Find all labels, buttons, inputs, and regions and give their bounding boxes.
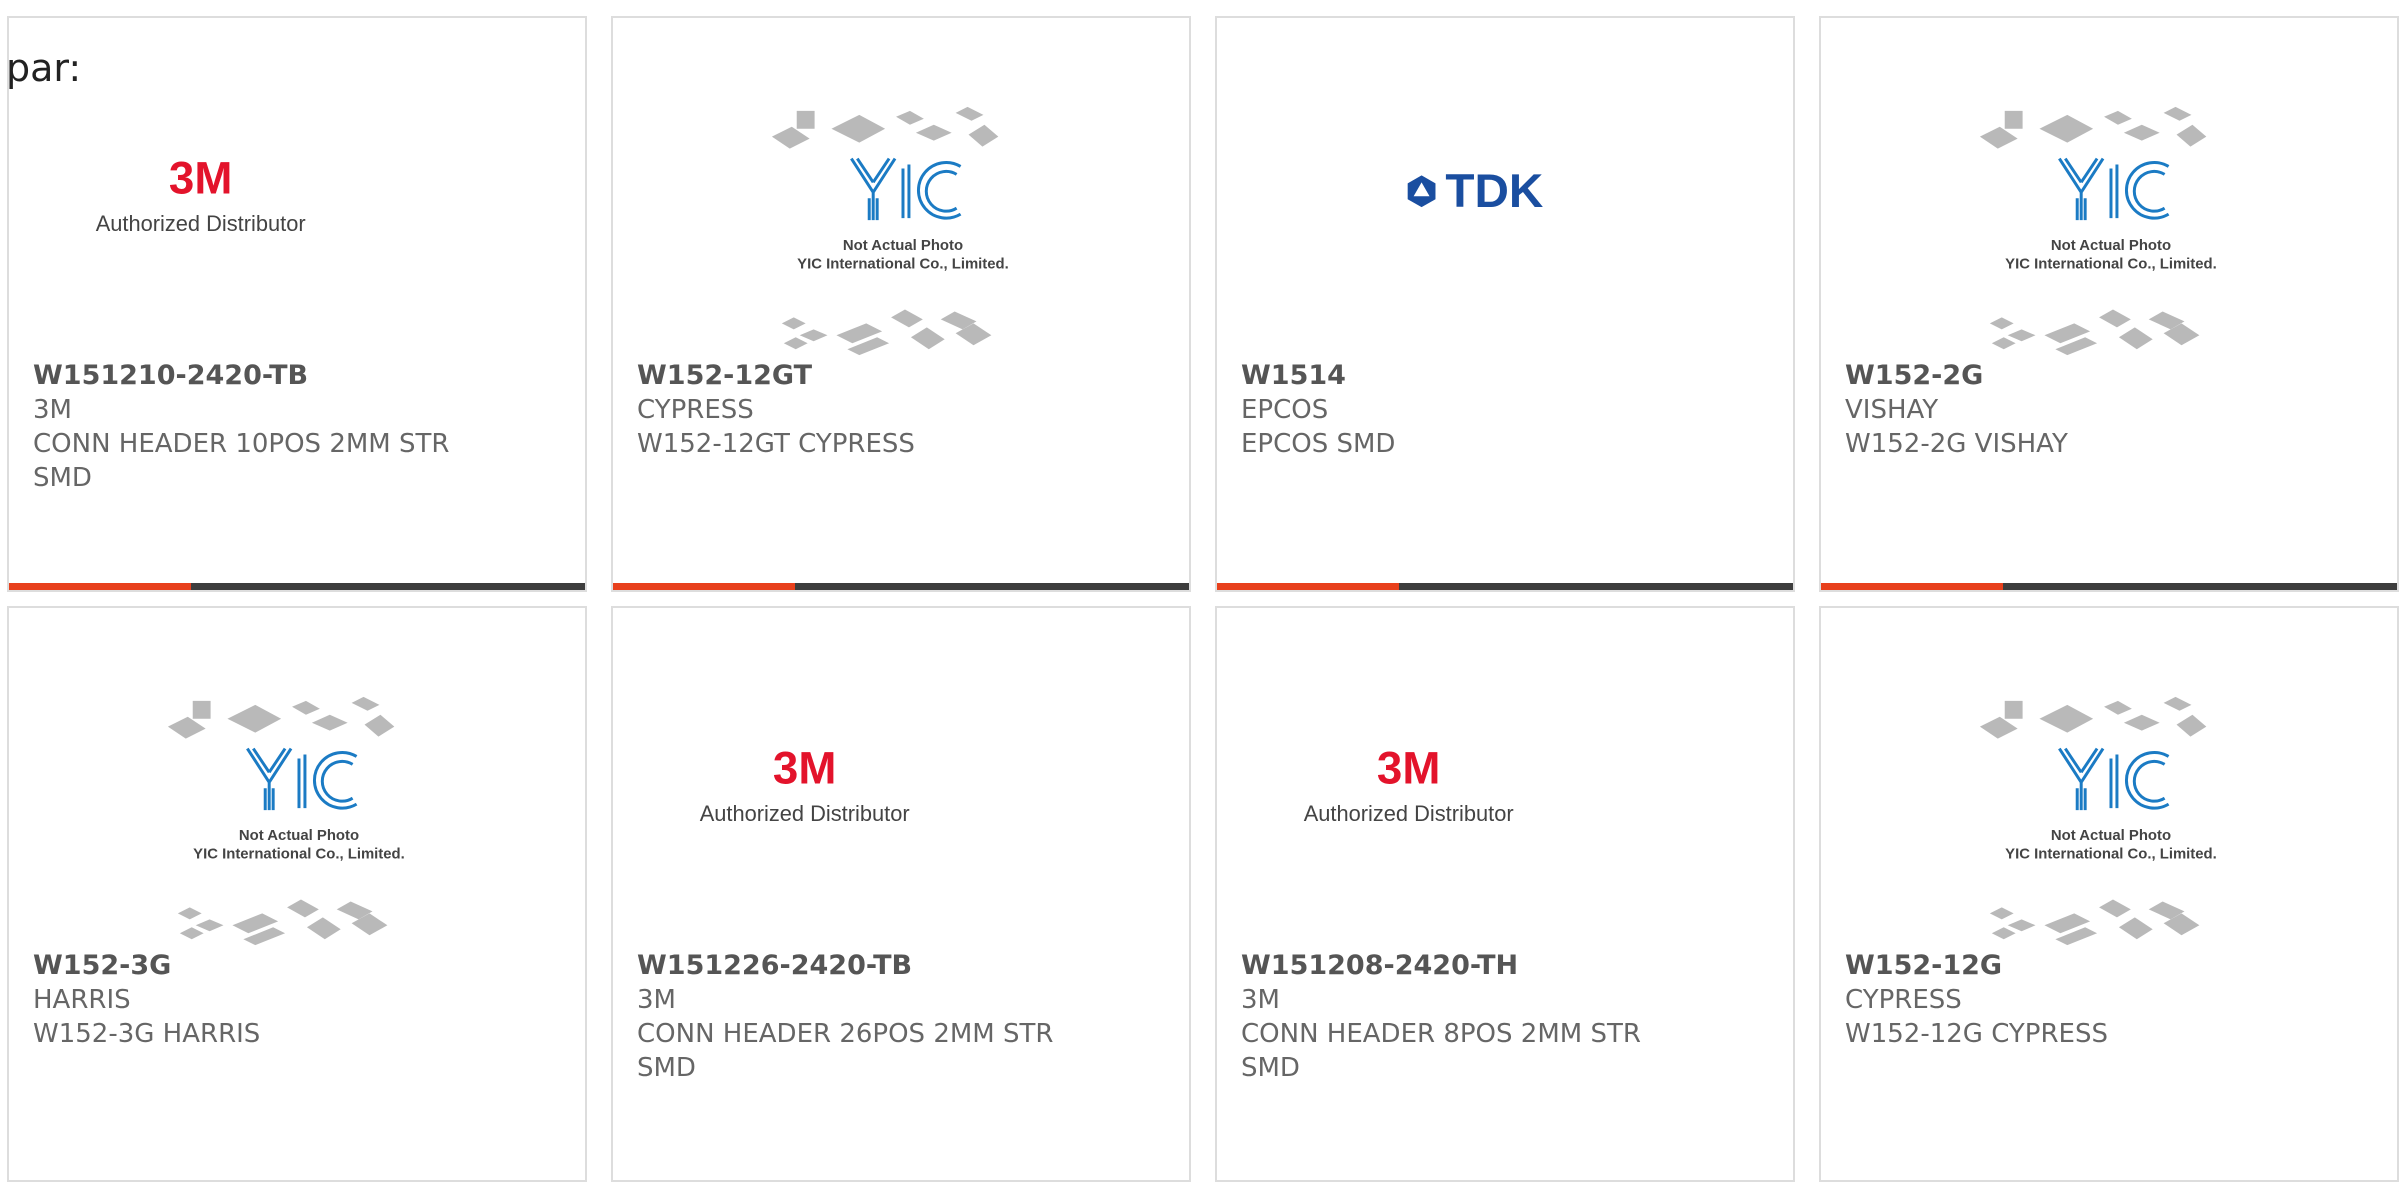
company-caption: YIC International Co., Limited. — [2005, 847, 2217, 863]
component-chips-icon — [771, 106, 999, 356]
product-image[interactable]: 3M Authorized Distributor — [613, 688, 1189, 958]
product-card[interactable]: 3M Authorized Distributor W151208-2420-TH 3… — [1215, 606, 1795, 1182]
card-bottom-bar — [9, 583, 585, 590]
brand-tdk-logo: TDK — [1445, 165, 1543, 218]
brand-caption: Authorized Distributor — [1304, 801, 1514, 826]
product-description: CONN HEADER 8POS 2MM STR SMD — [1241, 1019, 1641, 1083]
part-number[interactable]: W152-12GT — [637, 359, 1059, 393]
product-image-graphic: 3M Authorized Distributor — [96, 152, 306, 236]
product-description: W152-12G CYPRESS — [1845, 1019, 2108, 1049]
product-description: W152-3G HARRIS — [33, 1019, 261, 1049]
product-card[interactable]: Not Actual Photo YIC International Co., L… — [611, 16, 1191, 592]
product-description: CONN HEADER 26POS 2MM STR SMD — [637, 1019, 1054, 1083]
manufacturer-name: CYPRESS — [1845, 985, 1962, 1015]
product-image[interactable]: TDK — [1217, 98, 1793, 368]
product-card[interactable]: TDK W1514 EPCOS EPCOS SMD — [1215, 16, 1795, 592]
manufacturer-name: EPCOS — [1241, 395, 1329, 425]
part-number[interactable]: W1514 — [1241, 359, 1663, 393]
product-image-graphic: Not Actual Photo YIC International Co., L… — [167, 696, 405, 946]
product-info: W152-12GT CYPRESS W152-12GT CYPRESS — [637, 359, 1059, 461]
product-image[interactable]: 3M Authorized Distributor — [9, 98, 585, 368]
manufacturer-name: 3M — [33, 395, 72, 425]
not-actual-photo-caption: Not Actual Photo — [239, 828, 359, 844]
product-card[interactable]: Not Actual Photo YIC International Co., L… — [1819, 16, 2399, 592]
product-image[interactable]: Not Actual Photo YIC International Co., L… — [9, 688, 585, 958]
product-description: EPCOS SMD — [1241, 429, 1396, 459]
product-image[interactable]: 3M Authorized Distributor — [1217, 688, 1793, 958]
brand-caption: Authorized Distributor — [700, 801, 910, 826]
company-caption: YIC International Co., Limited. — [2005, 257, 2217, 273]
brand-3m-logo: 3M — [169, 152, 232, 203]
product-image-graphic: 3M Authorized Distributor — [1304, 742, 1514, 826]
product-description: CONN HEADER 10POS 2MM STR SMD — [33, 429, 450, 493]
product-description: W152-12GT CYPRESS — [637, 429, 915, 459]
manufacturer-name: CYPRESS — [637, 395, 754, 425]
product-info: W151210-2420-TB 3M CONN HEADER 10POS 2MM S… — [33, 359, 455, 495]
card-accent-stripe — [1217, 583, 1399, 590]
manufacturer-name: 3M — [637, 985, 676, 1015]
card-bottom-bar — [613, 583, 1189, 590]
card-bottom-bar — [1821, 583, 2397, 590]
brand-3m-logo: 3M — [773, 742, 836, 793]
company-caption: YIC International Co., Limited. — [193, 847, 405, 863]
brand-3m-logo: 3M — [1377, 742, 1440, 793]
manufacturer-name: 3M — [1241, 985, 1280, 1015]
yic-logo-icon — [246, 747, 358, 811]
results-prefix-label: par: — [6, 46, 82, 90]
brand-caption: Authorized Distributor — [96, 211, 306, 236]
product-info: W152-2G VISHAY W152-2G VISHAY — [1845, 359, 2267, 461]
product-info: W152-12G CYPRESS W152-12G CYPRESS — [1845, 949, 2267, 1051]
manufacturer-name: VISHAY — [1845, 395, 1939, 425]
yic-logo-icon — [2058, 157, 2170, 221]
product-card[interactable]: Not Actual Photo YIC International Co., L… — [1819, 606, 2399, 1182]
part-number[interactable]: W151226-2420-TB — [637, 949, 1059, 983]
card-accent-stripe — [1821, 583, 2003, 590]
part-number[interactable]: W152-12G — [1845, 949, 2267, 983]
company-caption: YIC International Co., Limited. — [797, 257, 1009, 273]
part-number[interactable]: W151208-2420-TH — [1241, 949, 1663, 983]
product-image-graphic: Not Actual Photo YIC International Co., L… — [771, 106, 1009, 356]
product-info: W1514 EPCOS EPCOS SMD — [1241, 359, 1663, 461]
product-info: W152-3G HARRIS W152-3G HARRIS — [33, 949, 455, 1051]
part-number[interactable]: W152-3G — [33, 949, 455, 983]
product-image-graphic: Not Actual Photo YIC International Co., L… — [1979, 106, 2217, 356]
product-image-graphic: TDK — [1407, 165, 1543, 218]
component-chips-icon — [167, 696, 395, 946]
yic-logo-icon — [850, 157, 962, 221]
product-info: W151226-2420-TB 3M CONN HEADER 26POS 2MM S… — [637, 949, 1059, 1085]
card-bottom-bar — [1217, 583, 1793, 590]
product-info: W151208-2420-TH 3M CONN HEADER 8POS 2MM ST… — [1241, 949, 1663, 1085]
part-number[interactable]: W151210-2420-TB — [33, 359, 455, 393]
manufacturer-name: HARRIS — [33, 985, 131, 1015]
component-chips-icon — [1979, 106, 2207, 356]
product-card[interactable]: Not Actual Photo YIC International Co., L… — [7, 606, 587, 1182]
tdk-logo-icon — [1407, 175, 1436, 208]
card-accent-stripe — [613, 583, 795, 590]
not-actual-photo-caption: Not Actual Photo — [2051, 238, 2171, 254]
component-chips-icon — [1979, 696, 2207, 946]
product-description: W152-2G VISHAY — [1845, 429, 2068, 459]
product-image-graphic: Not Actual Photo YIC International Co., L… — [1979, 696, 2217, 946]
yic-logo-icon — [2058, 747, 2170, 811]
product-image-graphic: 3M Authorized Distributor — [700, 742, 910, 826]
product-card[interactable]: 3M Authorized Distributor W151226-2420-TB 3… — [611, 606, 1191, 1182]
not-actual-photo-caption: Not Actual Photo — [2051, 828, 2171, 844]
product-card[interactable]: 3M Authorized Distributor W151210-2420-TB 3… — [7, 16, 587, 592]
not-actual-photo-caption: Not Actual Photo — [843, 238, 963, 254]
card-accent-stripe — [9, 583, 191, 590]
product-image[interactable]: Not Actual Photo YIC International Co., L… — [1821, 98, 2397, 368]
product-image[interactable]: Not Actual Photo YIC International Co., L… — [613, 98, 1189, 368]
product-image[interactable]: Not Actual Photo YIC International Co., L… — [1821, 688, 2397, 958]
part-number[interactable]: W152-2G — [1845, 359, 2267, 393]
